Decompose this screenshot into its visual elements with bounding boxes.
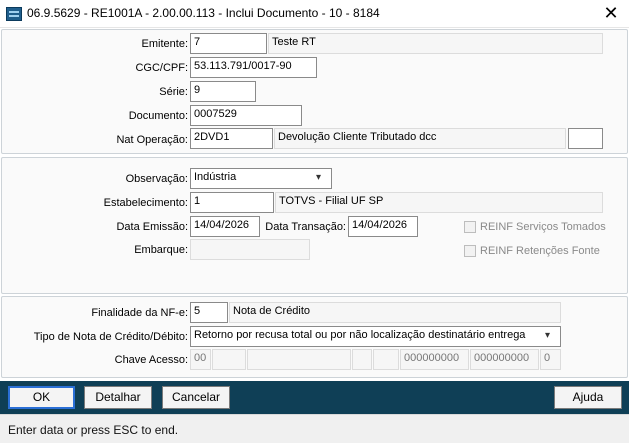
data-emissao-input[interactable]: 14/04/2026	[190, 216, 260, 237]
finalidade-description: Nota de Crédito	[229, 302, 561, 323]
emitente-description: Teste RT	[268, 33, 603, 54]
document-header-panel: Emitente: 7 Teste RT CGC/CPF: 53.113.791…	[1, 29, 628, 154]
emitente-label: Emitente:	[141, 38, 188, 50]
data-emissao-label: Data Emissão:	[116, 221, 188, 233]
chave-acesso-part-4[interactable]	[352, 349, 372, 370]
nat-operacao-input[interactable]: 2DVD1	[190, 128, 273, 149]
nfe-panel: Finalidade da NF-e: 5 Nota de Crédito Ti…	[1, 296, 628, 378]
title-bar: 06.9.5629 - RE1001A - 2.00.00.113 - Incl…	[0, 0, 629, 28]
detalhar-button[interactable]: Detalhar	[84, 386, 152, 409]
finalidade-input[interactable]: 5	[190, 302, 228, 323]
cgc-cpf-label: CGC/CPF:	[135, 62, 188, 74]
reinf-retencoes-label: REINF Retenções Fonte	[480, 245, 600, 257]
estabelecimento-description: TOTVS - Filial UF SP	[275, 192, 603, 213]
documento-input[interactable]: 0007529	[190, 105, 302, 126]
finalidade-label: Finalidade da NF-e:	[91, 307, 188, 319]
chave-acesso-part-7[interactable]: 000000000	[470, 349, 539, 370]
nat-operacao-extra-input[interactable]	[568, 128, 603, 149]
status-bar: Enter data or press ESC to end.	[0, 414, 629, 443]
observacao-select-value: Indústria	[194, 171, 237, 183]
ajuda-button[interactable]: Ajuda	[554, 386, 622, 409]
reinf-servicos-label: REINF Serviços Tomados	[480, 221, 606, 233]
nat-operacao-label: Nat Operação:	[116, 134, 188, 146]
ok-button[interactable]: OK	[8, 386, 75, 409]
reinf-retencoes-checkbox[interactable]	[464, 245, 476, 257]
chave-acesso-part-5[interactable]	[373, 349, 399, 370]
estabelecimento-input[interactable]: 1	[190, 192, 274, 213]
chave-acesso-part-6[interactable]: 000000000	[400, 349, 469, 370]
tipo-nota-select-value: Retorno por recusa total ou por não loca…	[194, 329, 526, 341]
chave-acesso-part-3[interactable]	[247, 349, 351, 370]
estabelecimento-label: Estabelecimento:	[103, 197, 188, 209]
chave-acesso-part-8[interactable]: 0	[540, 349, 561, 370]
observacao-label: Observação:	[125, 173, 188, 185]
chave-acesso-part-2[interactable]	[212, 349, 246, 370]
document-details-panel: Observação: Indústria ▾ Estabelecimento:…	[1, 157, 628, 294]
chevron-down-icon: ▾	[545, 330, 551, 341]
nat-operacao-description: Devolução Cliente Tributado dcc	[274, 128, 566, 149]
data-transacao-input[interactable]: 14/04/2026	[348, 216, 418, 237]
tipo-nota-label: Tipo de Nota de Crédito/Débito:	[33, 331, 188, 343]
action-bar: OK Detalhar Cancelar Ajuda	[0, 381, 629, 414]
close-icon[interactable]: ✕	[601, 3, 621, 23]
cancelar-button[interactable]: Cancelar	[162, 386, 230, 409]
status-text: Enter data or press ESC to end.	[8, 423, 179, 437]
embarque-label: Embarque:	[134, 244, 188, 256]
reinf-servicos-checkbox[interactable]	[464, 221, 476, 233]
serie-input[interactable]: 9	[190, 81, 256, 102]
data-transacao-label: Data Transação:	[265, 221, 346, 233]
cgc-cpf-input[interactable]: 53.113.791/0017-90	[190, 57, 317, 78]
embarque-input[interactable]	[190, 239, 310, 260]
serie-label: Série:	[159, 86, 188, 98]
documento-label: Documento:	[128, 110, 188, 122]
app-icon	[6, 7, 22, 21]
chave-acesso-label: Chave Acesso:	[114, 354, 188, 366]
chave-acesso-part-1[interactable]: 00	[190, 349, 211, 370]
observacao-select[interactable]: Indústria ▾	[190, 168, 332, 189]
window-title: 06.9.5629 - RE1001A - 2.00.00.113 - Incl…	[27, 6, 380, 20]
emitente-input[interactable]: 7	[190, 33, 267, 54]
chevron-down-icon: ▾	[316, 172, 322, 183]
tipo-nota-select[interactable]: Retorno por recusa total ou por não loca…	[190, 326, 561, 347]
